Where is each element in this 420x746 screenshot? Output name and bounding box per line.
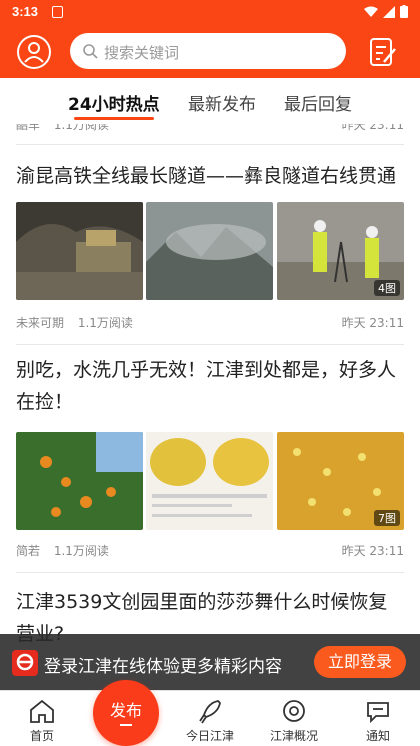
app-header: 搜索关键词	[0, 26, 420, 78]
chat-bubble-icon	[367, 702, 389, 724]
status-time: 3:13	[12, 4, 39, 19]
article-time: 昨天 23:11	[341, 544, 404, 558]
nav-label: 江津概况	[269, 729, 318, 743]
notification-icon	[52, 6, 63, 18]
write-post-button[interactable]	[368, 36, 398, 68]
article-image[interactable]	[146, 432, 273, 530]
nav-today[interactable]: 今日江津	[168, 691, 252, 746]
rocket-icon	[199, 700, 221, 724]
search-icon	[83, 44, 98, 59]
article-time: 昨天 23:11	[341, 316, 404, 330]
nav-label: 首页	[29, 729, 54, 743]
search-input[interactable]: 搜索关键词	[70, 33, 346, 69]
publish-label: 发布	[109, 701, 142, 720]
article-title[interactable]: 渝昆高铁全线最长隧道——彝良隧道右线贯通	[16, 160, 404, 192]
user-avatar-button[interactable]	[16, 34, 52, 70]
divider	[16, 344, 404, 345]
feed-tabs: 24小时热点 最新发布 最后回复	[0, 78, 420, 124]
article-image[interactable]: 7图	[277, 432, 404, 530]
article-reads: 1.1万阅读	[53, 124, 109, 132]
divider	[16, 144, 404, 145]
active-tab-indicator	[74, 117, 154, 120]
list-item[interactable]: 渝昆高铁全线最长隧道——彝良隧道右线贯通 4图 未来可期 1.1万阅读 昨天 2…	[0, 158, 420, 338]
article-author: 简若	[16, 544, 41, 558]
nav-overview[interactable]: 江津概况	[252, 691, 336, 746]
article-author: 未来可期	[16, 316, 65, 330]
user-icon	[17, 35, 51, 69]
system-icons	[364, 5, 408, 18]
prev-article-meta: 酷车 1.1万阅读 昨天 23:11	[16, 124, 404, 133]
bottom-nav: 首页 今日江津 江津概况 通知	[0, 690, 420, 746]
login-button[interactable]: 立即登录	[314, 646, 406, 678]
tab-last-reply[interactable]: 最后回复	[284, 90, 352, 115]
image-count-badge: 4图	[374, 280, 400, 296]
overview-icon	[283, 700, 305, 722]
article-image[interactable]	[146, 202, 273, 300]
tab-24h-hot[interactable]: 24小时热点	[68, 90, 160, 115]
article-author: 酷车	[16, 124, 41, 132]
article-image[interactable]	[16, 202, 143, 300]
edit-icon	[370, 38, 396, 66]
publish-underline	[120, 724, 132, 726]
nav-label: 通知	[365, 729, 390, 743]
battery-icon	[400, 5, 408, 18]
signal-icon	[383, 5, 395, 18]
list-item[interactable]: 别吃，水洗几乎无效！江津到处都是，好多人在捡！ 7图 简若 1.1万阅读 昨天 …	[0, 354, 420, 558]
article-reads: 1.1万阅读	[53, 544, 109, 558]
nav-notify[interactable]: 通知	[336, 691, 420, 746]
publish-button[interactable]: 发布	[93, 680, 159, 746]
article-feed[interactable]: 酷车 1.1万阅读 昨天 23:11 渝昆高铁全线最长隧道——彝良隧道右线贯通	[0, 124, 420, 644]
article-images[interactable]: 4图	[16, 202, 404, 300]
article-time: 昨天 23:11	[341, 124, 404, 132]
nav-label: 今日江津	[185, 729, 234, 743]
article-meta: 未来可期 1.1万阅读 昨天 23:11	[16, 314, 404, 331]
wifi-icon	[364, 6, 378, 17]
image-count-badge: 7图	[374, 510, 400, 526]
article-reads: 1.1万阅读	[77, 316, 133, 330]
article-title[interactable]: 别吃，水洗几乎无效！江津到处都是，好多人在捡！	[16, 354, 404, 418]
divider	[16, 572, 404, 573]
article-image[interactable]	[16, 432, 143, 530]
tab-latest[interactable]: 最新发布	[188, 90, 256, 115]
login-prompt-banner: 登录江津在线体验更多精彩内容 立即登录	[0, 634, 420, 690]
home-icon	[30, 699, 54, 723]
status-bar: 3:13	[0, 0, 420, 26]
article-meta: 简若 1.1万阅读 昨天 23:11	[16, 542, 404, 559]
login-prompt-text: 登录江津在线体验更多精彩内容	[44, 657, 282, 677]
nav-home[interactable]: 首页	[0, 691, 84, 746]
app-logo-icon	[12, 650, 38, 676]
article-images[interactable]: 7图	[16, 432, 404, 530]
article-image[interactable]: 4图	[277, 202, 404, 300]
search-placeholder: 搜索关键词	[104, 44, 180, 62]
